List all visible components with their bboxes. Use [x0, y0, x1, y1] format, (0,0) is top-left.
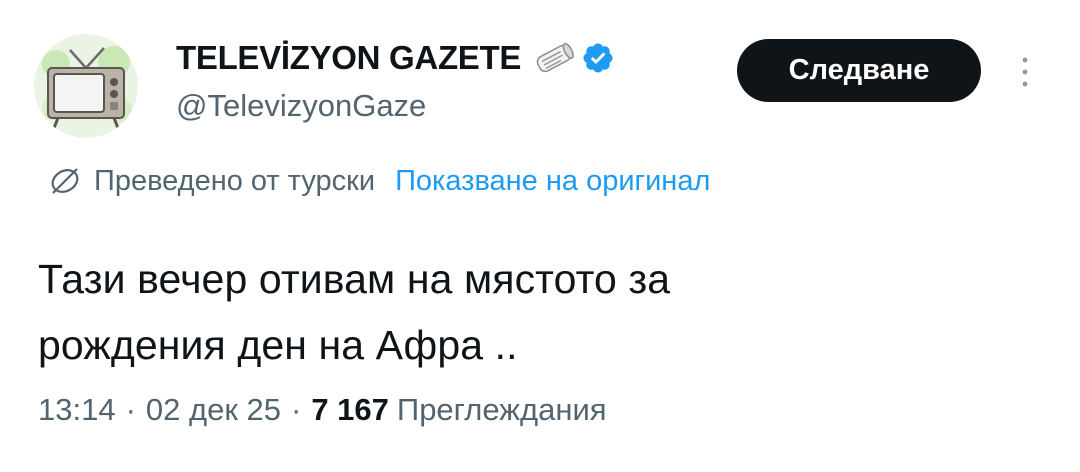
author-block: TELEVİZYON GAZETE @TelevizyonGaze — [176, 38, 615, 124]
author-display-name[interactable]: TELEVİZYON GAZETE — [176, 39, 521, 77]
tweet-meta: 13:14 · 02 дек 25 · 7 167 Преглеждания — [38, 392, 607, 428]
author-handle[interactable]: @TelevizyonGaze — [176, 88, 615, 124]
meta-separator: · — [291, 392, 302, 427]
retro-tv-icon — [34, 34, 138, 138]
verified-badge-icon[interactable] — [581, 41, 615, 75]
meta-separator: · — [125, 392, 136, 427]
translate-globe-icon — [51, 168, 79, 194]
tweet-time[interactable]: 13:14 — [38, 392, 116, 428]
follow-button[interactable]: Следване — [737, 39, 981, 102]
translation-bar: Преведено от турски Показване на оригина… — [48, 164, 710, 198]
avatar[interactable] — [34, 34, 138, 138]
tweet-text-line: рождения ден на Афра .. — [38, 322, 518, 368]
more-vertical-icon[interactable] — [1010, 52, 1040, 92]
author-name-row: TELEVİZYON GAZETE — [176, 38, 615, 78]
translated-from-label: Преведено от турски — [94, 164, 376, 197]
tweet-date[interactable]: 02 дек 25 — [146, 392, 281, 428]
views-count[interactable]: 7 167 — [311, 392, 389, 428]
tweet-text-line: Тази вечер отивам на мястото за — [38, 256, 671, 302]
show-original-link[interactable]: Показване на оригинал — [395, 165, 710, 198]
views-label: Преглеждания — [396, 392, 607, 427]
tweet-text: Тази вечер отивам на мястото за рождения… — [38, 246, 1038, 378]
newspaper-icon — [536, 42, 574, 73]
tweet-card: TELEVİZYON GAZETE @TelevizyonGaze Следва… — [0, 0, 1080, 472]
